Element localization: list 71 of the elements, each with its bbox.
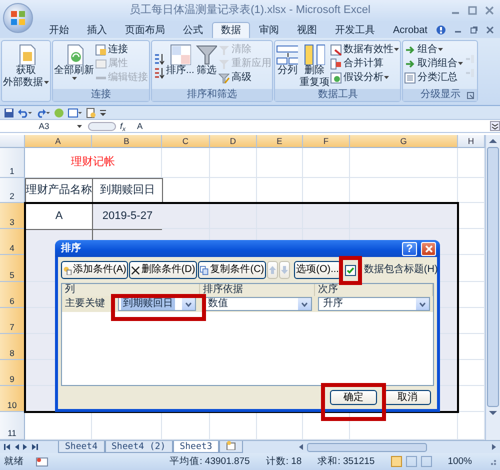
ribbon-tab[interactable]: 开发工具 (326, 22, 384, 38)
ribbon-button[interactable]: 合并计算 (330, 57, 400, 70)
dropdown-field[interactable]: 数值 (203, 297, 312, 311)
row-header[interactable]: 7 (0, 308, 25, 334)
group-label: 排序和筛选 (187, 89, 238, 100)
table-cell: 2019-5-27 (92, 203, 163, 230)
zoom-level[interactable]: 100% (448, 456, 472, 468)
row-header[interactable]: 3 (0, 203, 25, 229)
ok-button[interactable]: 确定 (330, 390, 377, 405)
column-header[interactable]: B (92, 135, 162, 148)
row-header[interactable]: 6 (0, 282, 25, 308)
status-text: 就绪 (4, 456, 24, 468)
ribbon-tab[interactable]: 开始 (40, 22, 78, 38)
row-header[interactable]: 1 (0, 148, 25, 178)
column-header[interactable]: C (162, 135, 210, 148)
row-header[interactable]: 9 (0, 360, 25, 386)
ribbon-button[interactable]: 分列 (276, 43, 298, 89)
ribbon-button[interactable]: 删除 重复项 (299, 43, 330, 89)
ribbon-tab[interactable]: 视图 (288, 22, 326, 38)
ribbon-tab[interactable]: 数据 (212, 22, 250, 38)
title-cell: 理财记帐 (25, 148, 162, 178)
sheet-tab[interactable]: Sheet4 (58, 441, 105, 453)
toolbar-button[interactable]: 复制条件(C) (198, 261, 266, 279)
cancel-button[interactable]: 取消 (384, 390, 431, 405)
ribbon-button[interactable]: 假设分析 (330, 71, 400, 84)
sheet-tab[interactable]: Sheet3 (172, 441, 220, 453)
ribbon-tab[interactable]: 插入 (78, 22, 116, 38)
row-header[interactable]: 5 (0, 255, 25, 282)
toolbar-button[interactable]: 删除条件(D) (129, 261, 198, 279)
window-title: 员工每日体温测量记录表(1).xlsx - Microsoft Excel (130, 4, 370, 18)
formula-field[interactable]: A (133, 120, 490, 132)
group-label: 数据工具 (318, 89, 358, 100)
group-label: 分级显示 (420, 89, 460, 100)
ribbon-button[interactable]: 全部刷新 (54, 43, 94, 89)
status-sum: 求和: 351215 (318, 456, 375, 468)
ribbon-tab[interactable]: 页面布局 (116, 22, 174, 38)
dropdown-field[interactable]: 升序 (318, 297, 430, 311)
status-count: 计数: 18 (266, 456, 302, 468)
ribbon-button[interactable]: 高级 (218, 71, 272, 84)
column-header[interactable]: H (458, 135, 485, 148)
ribbon-button[interactable]: 组合 (404, 43, 464, 56)
insert-function-button[interactable]: f$_{x}$ (120, 120, 126, 132)
status-average: 平均值: 43901.875 (170, 456, 250, 468)
row-header[interactable]: 11 (0, 412, 25, 440)
column-header[interactable]: D (210, 135, 257, 148)
row-header[interactable]: 10 (0, 386, 25, 412)
ribbon-button[interactable]: 取消组合 (404, 57, 464, 70)
ribbon-button[interactable]: 分类汇总 (404, 71, 464, 84)
group-label: 连接 (91, 89, 111, 100)
column-header[interactable]: A (25, 135, 92, 148)
sheet-tab[interactable]: Sheet4 (2) (104, 441, 173, 453)
dropdown-field[interactable]: 到期赎回日 (118, 297, 196, 311)
ribbon-button[interactable]: 数据有效性 (330, 43, 400, 56)
ribbon-tab[interactable]: 审阅 (250, 22, 288, 38)
column-header[interactable]: F (303, 135, 350, 148)
ribbon-tab[interactable]: 公式 (174, 22, 212, 38)
ribbon-button[interactable]: 筛选 (195, 43, 218, 89)
dialog-title: 排序 (61, 242, 81, 254)
name-box[interactable]: A3 (0, 120, 88, 132)
ribbon-button[interactable]: 连接 (95, 43, 148, 56)
ribbon-tab[interactable]: Acrobat (384, 22, 436, 38)
row-header[interactable]: 8 (0, 334, 25, 360)
toolbar-button[interactable]: 添加条件(A) (61, 261, 128, 279)
row-header[interactable]: 2 (0, 178, 25, 203)
column-header[interactable]: G (350, 135, 458, 148)
ribbon-button[interactable]: 排序... (166, 43, 194, 89)
column-heading: 次序 (315, 284, 433, 296)
toolbar-button[interactable]: 选项(O)... (294, 261, 341, 279)
row-header[interactable]: 4 (0, 229, 25, 255)
column-heading: 排序依据 (200, 284, 315, 296)
column-header[interactable]: E (257, 135, 303, 148)
